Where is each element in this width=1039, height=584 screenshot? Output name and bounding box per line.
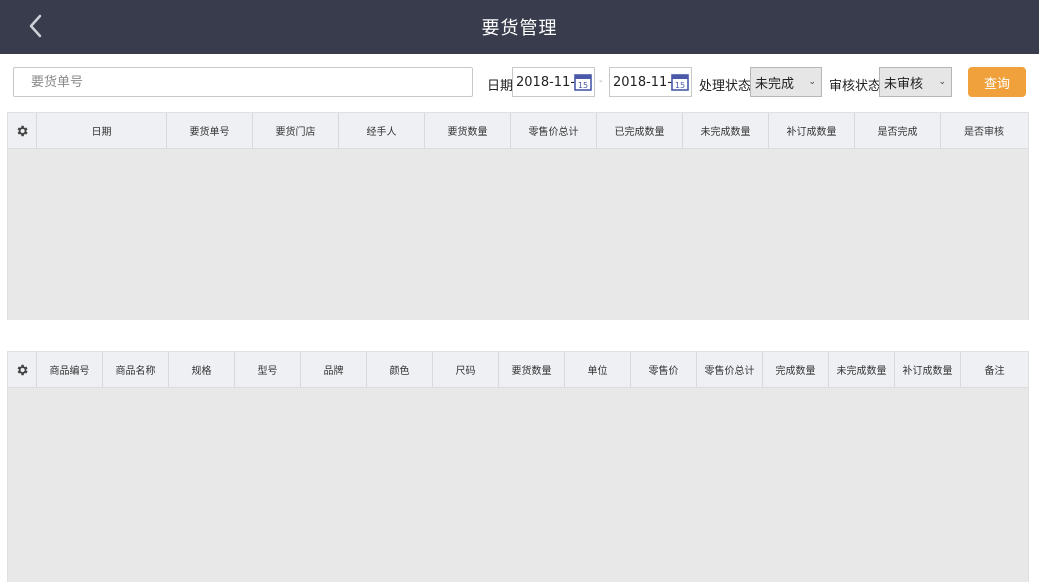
process-status-select[interactable]: 未完成 ⌄ [750, 67, 822, 97]
column-header[interactable]: 颜色 [367, 352, 433, 387]
date-from-field[interactable]: 2018-11-01 15 [512, 67, 595, 97]
column-header[interactable]: 未完成数量 [683, 113, 769, 148]
column-header[interactable]: 零售价总计 [511, 113, 597, 148]
audit-status-value: 未审核 [884, 76, 924, 92]
column-header[interactable]: 零售价总计 [697, 352, 763, 387]
order-table: 日期 要货单号 要货门店 经手人 要货数量 零售价总计 已完成数量 未完成数量 补订成数量 是否完… [7, 112, 1029, 320]
back-arrow-icon[interactable] [22, 11, 52, 41]
column-header[interactable]: 规格 [169, 352, 235, 387]
column-header[interactable]: 补订成数量 [895, 352, 961, 387]
column-header[interactable]: 零售价 [631, 352, 697, 387]
column-header[interactable]: 补订成数量 [769, 113, 855, 148]
date-to-field[interactable]: 2018-11-13 15 [609, 67, 692, 97]
audit-status-select[interactable]: 未审核 ⌄ [879, 67, 952, 97]
date-range-separator: - [599, 76, 603, 87]
calendar-icon[interactable]: 15 [574, 73, 592, 91]
svg-text:15: 15 [578, 81, 588, 90]
order-number-input[interactable] [13, 67, 473, 97]
column-settings-button[interactable] [8, 113, 37, 148]
audit-status-label: 审核状态 [829, 79, 882, 94]
detail-table-body [8, 388, 1028, 582]
top-bar: 要货管理 [0, 0, 1039, 54]
column-header[interactable]: 经手人 [339, 113, 425, 148]
detail-table-header: 商品编号 商品名称 规格 型号 品牌 颜色 尺码 要货数量 单位 零售价 零售价总计 完成数量 未完成数… [8, 352, 1028, 388]
column-header[interactable]: 型号 [235, 352, 301, 387]
column-header[interactable]: 未完成数量 [829, 352, 895, 387]
page-title: 要货管理 [481, 18, 558, 39]
process-status-label: 处理状态 [699, 79, 752, 94]
date-label: 日期 [487, 79, 514, 94]
query-button[interactable]: 查询 [968, 67, 1026, 97]
column-header[interactable]: 要货门店 [253, 113, 339, 148]
svg-text:15: 15 [675, 81, 685, 90]
gear-icon[interactable] [15, 363, 29, 377]
column-header[interactable]: 已完成数量 [597, 113, 683, 148]
column-header[interactable]: 品牌 [301, 352, 367, 387]
filter-bar: 日期 2018-11-01 15 - 2018-11-13 15 处理状态 未完… [0, 54, 1039, 111]
column-settings-button[interactable] [8, 352, 37, 387]
column-header[interactable]: 尺码 [433, 352, 499, 387]
column-header[interactable]: 完成数量 [763, 352, 829, 387]
chevron-down-icon: ⌄ [938, 77, 946, 87]
detail-table: 商品编号 商品名称 规格 型号 品牌 颜色 尺码 要货数量 单位 零售价 零售价总计 完成数量 未完成数… [7, 351, 1029, 582]
column-header[interactable]: 备注 [961, 352, 1028, 387]
process-status-value: 未完成 [755, 76, 795, 92]
column-header[interactable]: 日期 [37, 113, 167, 148]
order-table-body [8, 149, 1028, 320]
calendar-icon[interactable]: 15 [671, 73, 689, 91]
order-table-header: 日期 要货单号 要货门店 经手人 要货数量 零售价总计 已完成数量 未完成数量 补订成数量 是否完… [8, 113, 1028, 149]
column-header[interactable]: 要货单号 [167, 113, 253, 148]
gear-icon[interactable] [15, 124, 29, 138]
column-header[interactable]: 商品名称 [103, 352, 169, 387]
column-header[interactable]: 单位 [565, 352, 631, 387]
column-header[interactable]: 是否完成 [855, 113, 941, 148]
column-header[interactable]: 是否审核 [941, 113, 1027, 148]
column-header[interactable]: 商品编号 [37, 352, 103, 387]
column-header[interactable]: 要货数量 [499, 352, 565, 387]
column-header[interactable]: 要货数量 [425, 113, 511, 148]
chevron-down-icon: ⌄ [808, 77, 816, 87]
